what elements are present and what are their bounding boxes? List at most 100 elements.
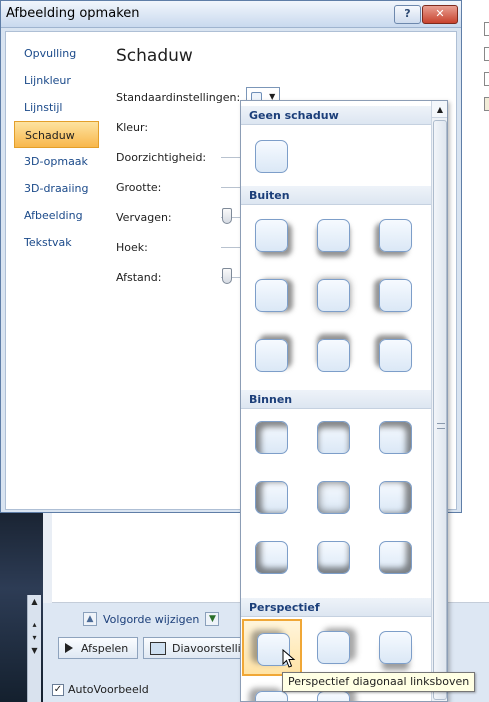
move-up-icon[interactable]: ▲ — [83, 612, 97, 626]
angle-slider[interactable] — [221, 247, 241, 248]
shadow-preview-icon — [379, 339, 412, 372]
slideshow-label: Diavoorstellin — [172, 641, 247, 655]
shadow-preview-icon — [317, 691, 350, 701]
scroll-down-icon[interactable]: ▾ — [28, 631, 41, 644]
shadow-preview-icon — [255, 541, 288, 574]
scroll-up-icon[interactable]: ▲ — [28, 595, 41, 608]
section-header-inner: Binnen — [241, 390, 431, 409]
slideshow-button[interactable]: Diavoorstellin — [143, 637, 247, 659]
shadow-option-outer[interactable] — [304, 327, 364, 384]
shadow-option-outer[interactable] — [242, 207, 302, 264]
shadow-option-inner[interactable] — [366, 529, 426, 586]
shadow-option-outer[interactable] — [366, 327, 426, 384]
shadow-preview-icon — [379, 421, 412, 454]
shadow-preview-icon — [379, 541, 412, 574]
shadow-preview-icon — [317, 541, 350, 574]
autopreview-label: AutoVoorbeeld — [68, 683, 149, 696]
reorder-control: ▲ Volgorde wijzigen ▼ — [83, 612, 220, 626]
option-tooltip: Perspectief diagonaal linksboven — [282, 672, 476, 692]
background-checkbox — [484, 97, 489, 111]
blur-label: Vervagen: — [116, 211, 172, 224]
blur-slider-thumb[interactable] — [222, 208, 232, 224]
reorder-label: Volgorde wijzigen — [103, 612, 200, 626]
shadow-preview-icon — [317, 219, 350, 252]
shadow-option-outer[interactable] — [304, 267, 364, 324]
shadow-option-outer[interactable] — [242, 327, 302, 384]
shadow-preview-icon — [255, 279, 288, 312]
shadow-option-outer[interactable] — [242, 267, 302, 324]
distance-slider-thumb[interactable] — [222, 268, 232, 284]
nav-item-opvulling[interactable]: Opvulling — [14, 40, 99, 67]
slideshow-icon — [150, 641, 166, 655]
scrollbar-thumb[interactable] — [433, 120, 447, 700]
shadow-option-inner[interactable] — [304, 469, 364, 526]
shadow-option-perspective[interactable] — [304, 619, 364, 676]
shadow-preview-icon — [255, 691, 288, 701]
transparency-slider[interactable] — [221, 157, 241, 158]
shadow-preview-icon — [379, 631, 412, 664]
dialog-titlebar[interactable]: Afbeelding opmaken ? ✕ — [1, 1, 461, 28]
scroll-up-icon[interactable]: ▴ — [28, 618, 41, 631]
shadow-preview-icon — [317, 279, 350, 312]
nav-item-3d-draaiing[interactable]: 3D-draaiing — [14, 175, 99, 202]
shadow-preview-icon — [317, 421, 350, 454]
transparency-label: Doorzichtigheid: — [116, 151, 207, 164]
help-button[interactable]: ? — [394, 5, 421, 24]
shadow-option-inner[interactable] — [366, 469, 426, 526]
preset-label: Standaardinstellingen: — [116, 91, 241, 104]
shadow-preview-icon — [255, 421, 288, 454]
color-label: Kleur: — [116, 121, 149, 134]
grip-icon — [437, 423, 445, 429]
shadow-pane: Schaduw Standaardinstellingen: ▼ Kleur: … — [116, 42, 456, 284]
shadow-option-inner[interactable] — [242, 469, 302, 526]
nav-item-lijnstijl[interactable]: Lijnstijl — [14, 94, 99, 121]
shadow-preview-icon — [317, 481, 350, 514]
shadow-option-none[interactable] — [242, 128, 302, 185]
close-button[interactable]: ✕ — [422, 5, 458, 24]
play-button[interactable]: Afspelen — [58, 637, 138, 659]
shadow-preview-icon — [317, 631, 350, 664]
shadow-gallery: Geen schaduw Buiten Binnen Perspectief ▲ — [240, 100, 448, 702]
up-arrow-icon[interactable]: ▲ — [432, 101, 447, 118]
section-header-perspective: Perspectief — [241, 598, 431, 617]
shadow-option-inner[interactable] — [304, 409, 364, 466]
pane-heading: Schaduw — [116, 46, 193, 66]
background-scrollbar[interactable]: ▲ ▴ ▾ ▼ — [27, 595, 41, 702]
nav-item-schaduw[interactable]: Schaduw — [14, 121, 99, 148]
nav-item-3d-opmaak[interactable]: 3D-opmaak — [14, 148, 99, 175]
angle-label: Hoek: — [116, 241, 148, 254]
shadow-option-outer[interactable] — [366, 267, 426, 324]
shadow-preview-icon — [255, 140, 288, 173]
nav-item-afbeelding[interactable]: Afbeelding — [14, 202, 99, 229]
shadow-option-inner[interactable] — [304, 529, 364, 586]
shadow-option-inner[interactable] — [242, 409, 302, 466]
shadow-preview-icon — [255, 219, 288, 252]
background-checkbox — [484, 47, 489, 61]
nav-item-lijnkleur[interactable]: Lijnkleur — [14, 67, 99, 94]
shadow-preview-icon — [317, 339, 350, 372]
shadow-preview-icon — [255, 481, 288, 514]
move-down-icon[interactable]: ▼ — [205, 612, 220, 626]
size-label: Grootte: — [116, 181, 162, 194]
shadow-option-outer[interactable] — [304, 207, 364, 264]
shadow-preview-icon — [379, 481, 412, 514]
shadow-preview-icon — [379, 219, 412, 252]
dialog-title: Afbeelding opmaken — [6, 6, 140, 21]
gallery-scrollbar[interactable]: ▲ — [431, 101, 447, 701]
mouse-pointer-icon — [282, 649, 296, 668]
category-nav: Opvulling Lijnkleur Lijnstijl Schaduw 3D… — [14, 40, 99, 256]
shadow-preview-icon — [379, 279, 412, 312]
shadow-option-inner[interactable] — [366, 409, 426, 466]
shadow-option-inner[interactable] — [242, 529, 302, 586]
shadow-option-perspective[interactable] — [366, 619, 426, 676]
background-checkbox — [484, 22, 489, 36]
size-slider[interactable] — [221, 187, 241, 188]
autopreview-checkbox[interactable]: ✓ AutoVoorbeeld — [52, 683, 149, 696]
background-checkbox — [484, 72, 489, 86]
section-header-outer: Buiten — [241, 186, 431, 205]
checkmark-icon[interactable]: ✓ — [52, 683, 64, 696]
shadow-option-outer[interactable] — [366, 207, 426, 264]
scroll-down-icon[interactable]: ▼ — [28, 644, 41, 657]
nav-item-tekstvak[interactable]: Tekstvak — [14, 229, 99, 256]
play-icon — [65, 643, 73, 653]
